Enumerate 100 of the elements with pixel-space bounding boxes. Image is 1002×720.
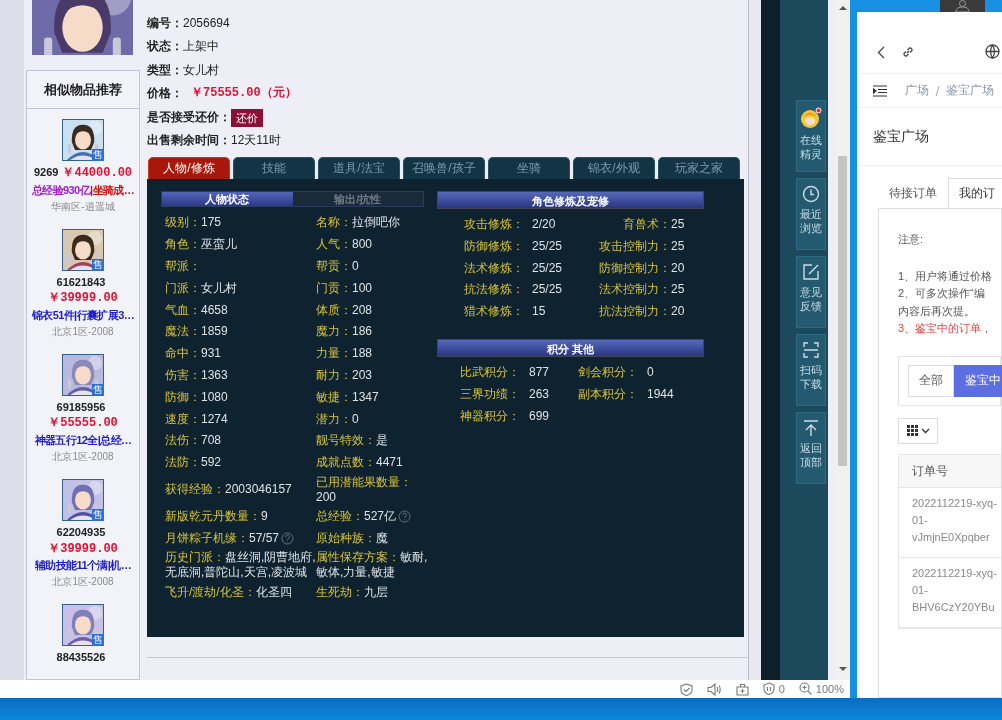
side-menu-button[interactable]: 返回顶部 [796,412,826,484]
stat-item: 门派：女儿村 [165,280,237,296]
shield-check-icon[interactable] [679,682,693,696]
side-menu-button[interactable]: 意见反馈 [796,256,826,328]
toolbox-icon[interactable] [735,682,749,696]
field-label: 出售剩余时间： [147,133,231,150]
zoom-in-icon [798,682,812,696]
view-dropdown[interactable] [898,417,938,444]
stat-item: 耐力：203 [316,367,373,383]
tab[interactable]: 待接订单 [878,178,948,208]
stat-value: 25 [671,216,686,233]
zoom-control[interactable]: 100% [798,681,844,697]
stat-item: 敏捷：1347 [316,389,379,405]
page-title: 鉴宝广场 [857,108,1002,166]
stat-item: 法防：592 [165,455,222,471]
item-price: ￥39999.00 [48,291,118,307]
item-number: 88435526 [56,650,106,665]
stat-value: 20 [671,303,686,321]
user-avatar-icon[interactable] [940,0,985,12]
blocked-counter[interactable]: 0 [762,681,785,697]
item-tag[interactable]: 神器五行12全|总经… [34,433,132,446]
stat-value: 25 [671,281,686,299]
price-text: ￥75555.00（元） [191,86,297,103]
section-title: 相似物品推荐 [27,71,139,109]
stat-item: 帮派： [165,259,201,274]
panel-tab[interactable]: 人物状态 [162,192,293,206]
scroll-up-arrow[interactable] [838,5,847,11]
link-icon[interactable] [901,45,915,59]
stat-label: 猎术修炼： [464,303,525,321]
stat-item: 历史门派：盘丝洞,阴曹地府,无底洞,普陀山,天宫,凌波城 [165,550,316,581]
field-value: 2056694 [183,15,230,32]
stat-item: 原始种族：魔 [316,530,388,546]
bargain-button[interactable]: 还价 [231,108,263,127]
filter-button[interactable]: 全部 [908,364,954,397]
table-cell-text: 2022112219-xyq-01-BHV6CzY20YBu [912,565,998,615]
scrollbar-thumb[interactable] [838,156,847,466]
tab[interactable]: 技能 [233,157,315,179]
globe-icon[interactable] [985,44,1000,59]
back-icon[interactable] [877,46,885,59]
server-name: 北京1区-2008 [51,324,115,338]
item-tag[interactable]: |坐骑成… [90,183,135,196]
item-number: 62204935 [56,524,106,540]
menu-fold-icon[interactable] [873,84,887,97]
item-number: 9269 [33,165,59,180]
stat-label: 防御修炼： [464,237,525,255]
stat-label: 三界功绩： [460,385,521,403]
stat-value: 0 [647,364,655,381]
tab[interactable]: 召唤兽/孩子 [403,157,485,179]
stat-value: 877 [529,364,551,381]
item-tag[interactable]: 总经验930亿 [31,183,91,196]
side-menu-button[interactable]: 最近浏览 [796,178,826,250]
item-number: 69185956 [56,399,106,415]
stat-item: 法伤：708 [165,433,222,449]
tab[interactable]: 人物/修炼 [148,157,230,179]
stat-label: 抗法控制力： [598,303,671,321]
stat-item: 人气：800 [316,237,373,253]
tab[interactable]: 道具/法宝 [318,157,400,179]
scroll-down-arrow[interactable] [838,666,847,672]
caret-icon [920,427,930,434]
stat-item: 获得经验：2003046157 [165,482,292,498]
sale-badge: 售 [92,634,104,647]
stat-item: 速度：1274 [165,411,228,427]
field-value: 女儿村 [183,62,219,79]
tab[interactable]: 我的订 [948,178,1002,208]
item-price: ￥39999.00 [48,541,118,558]
tab[interactable]: 坐骑 [488,157,570,179]
stat-item: 魔法：1859 [165,324,228,340]
item-tag[interactable]: 锦衣51件|行囊扩展3… [31,308,135,321]
side-menu-button[interactable]: 在线精灵 [796,100,826,172]
item-tag[interactable]: 辅助技能11个满|机… [34,559,132,572]
breadcrumb-link[interactable]: 鉴宝广场 [946,82,994,99]
stat-item: 新版乾元丹数量：9 [165,508,268,524]
mascot-icon [800,107,822,129]
speaker-icon[interactable] [706,682,722,696]
field-value: 12天11时 [231,133,281,150]
stat-item: 生死劫：九层 [316,584,388,600]
side-menu-button[interactable]: 扫码下载 [796,334,826,406]
tab[interactable]: 锦衣/外观 [573,157,655,179]
edit-icon [802,263,820,281]
table-cell-text: 2022112219-xyq-01-vJmjnE0Xpqber [912,495,998,545]
notice-text: 3、鉴宝中的订单， [898,321,994,336]
section-header: 角色修炼及宠修 [437,191,704,209]
filter-button[interactable]: 鉴宝中 [954,364,1002,397]
stat-label: 法术修炼： [464,259,525,277]
field-label: 编号： [147,15,183,32]
shield-icon [762,682,775,696]
breadcrumb-link[interactable]: 广场 [905,82,929,99]
notice-text: 注意: [898,232,925,247]
stat-label: 比武积分： [460,364,521,381]
stat-value: 15 [532,303,547,321]
stat-item: 月饼粽子机缘：57/57 [165,530,280,546]
stat-item: 气血：4658 [165,302,228,318]
stat-item: 角色：巫蛮儿 [165,237,237,253]
scan-icon [802,341,820,359]
stat-item: 帮贡：0 [316,259,359,274]
stat-value: 20 [671,259,686,277]
tab[interactable]: 玩家之家 [658,157,740,179]
stat-value: 25 [671,237,686,255]
panel-tab[interactable]: 输出/抗性 [292,192,423,206]
stat-item: 体质：208 [316,302,373,318]
